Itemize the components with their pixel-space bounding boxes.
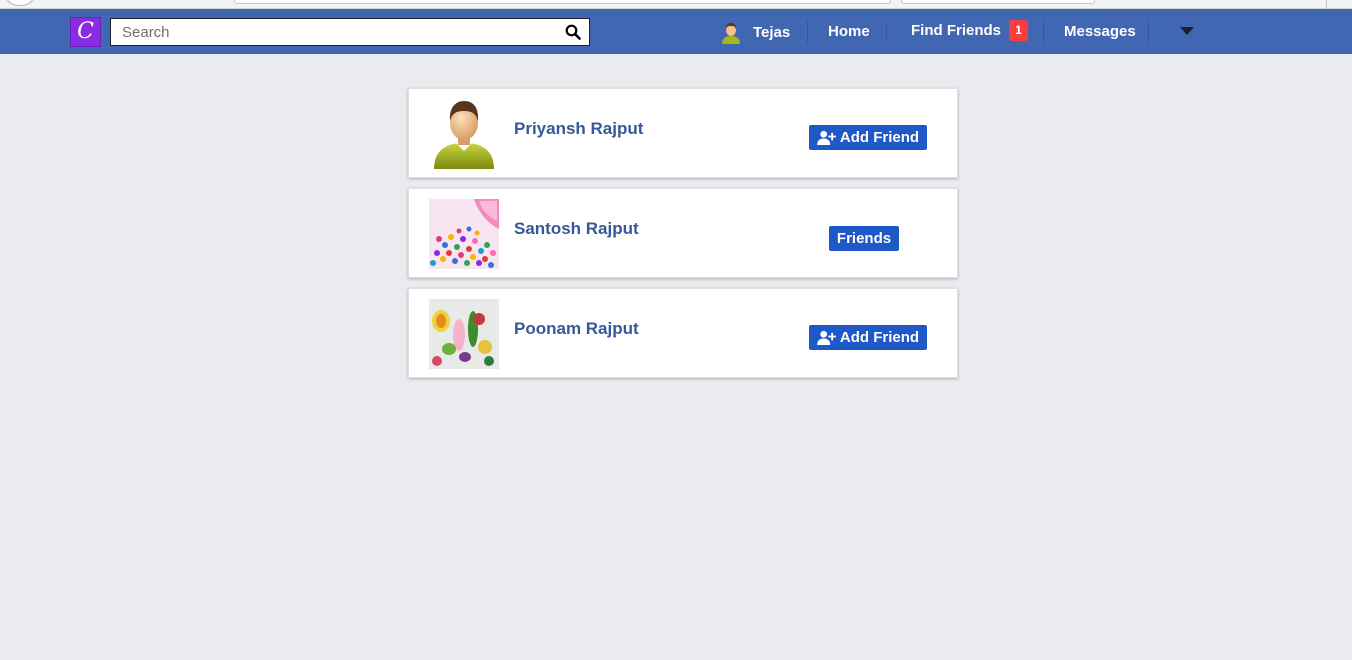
nav-find-friends-label: Find Friends [911,22,1001,39]
add-friend-button[interactable]: Add Friend [809,125,927,150]
default-user-avatar-icon [434,101,494,169]
browser-search-bar[interactable] [901,0,1095,4]
site-logo[interactable]: C [70,17,101,47]
notification-badge: 1 [1009,20,1028,41]
nav-messages-link[interactable]: Messages [1064,23,1136,40]
person-card: Priyansh Rajput Add Friend [408,88,958,178]
person-card: Poonam Rajput Add Friend [408,288,958,378]
dropdown-caret-icon[interactable] [1180,27,1194,35]
search-icon[interactable] [565,24,581,40]
nav-profile-link[interactable]: Tejas [719,19,790,45]
user-avatar-icon [722,23,740,44]
person-name[interactable]: Poonam Rajput [514,319,639,339]
friends-button[interactable]: Friends [829,226,899,251]
person-name[interactable]: Priyansh Rajput [514,119,643,139]
add-friend-label: Add Friend [839,329,920,346]
nav-separator [807,21,808,43]
person-avatar [429,99,499,169]
fruit-photo-icon [429,299,499,369]
person-name[interactable]: Santosh Rajput [514,219,639,239]
add-friend-label: Add Friend [839,129,920,146]
nav-separator [1043,21,1044,43]
friends-label: Friends [836,230,892,247]
browser-toolbar-strip [0,0,1352,9]
nav-find-friends-link[interactable]: Find Friends 1 [911,20,1028,41]
nav-separator [886,21,887,43]
browser-divider [1326,0,1327,8]
nav-home-link[interactable]: Home [828,23,870,40]
search-input[interactable] [111,19,551,45]
user-plus-icon [817,130,836,145]
browser-reload-icon[interactable] [6,0,34,6]
add-friend-button[interactable]: Add Friend [809,325,927,350]
search-box [110,18,590,46]
person-card: Santosh Rajput Friends [408,188,958,278]
candy-photo-icon [429,199,499,269]
top-navbar: C Tejas Home Find Friends 1 Messages [0,9,1352,54]
nav-separator [1148,21,1149,43]
nav-user-name: Tejas [753,23,791,41]
person-avatar [429,299,499,369]
user-plus-icon [817,330,836,345]
browser-address-bar[interactable] [234,0,891,4]
person-avatar [429,199,499,269]
